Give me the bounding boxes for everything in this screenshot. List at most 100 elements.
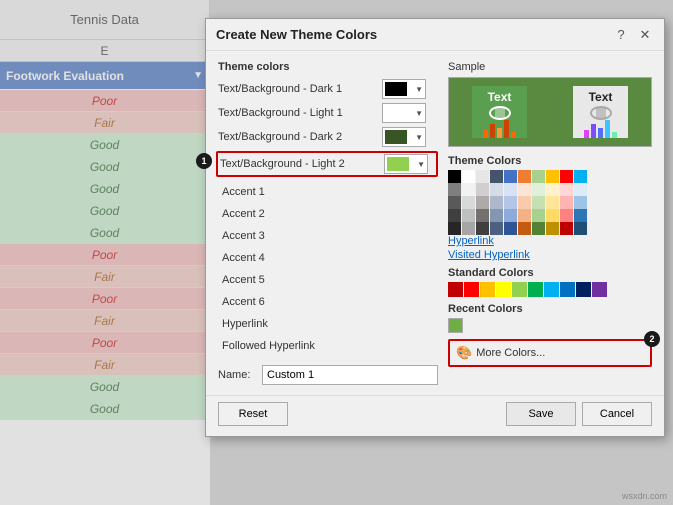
std-color-cell[interactable] [560,282,575,297]
color-cell[interactable] [462,209,475,222]
accent-row-4[interactable]: Accent 5 [218,269,438,291]
dialog-title: Create New Theme Colors [216,27,377,42]
std-color-cell[interactable] [544,282,559,297]
dropdown-arrow-icon-1: ▼ [415,109,423,118]
accent-row-3[interactable]: Accent 4 [218,247,438,269]
color-cell[interactable] [448,196,461,209]
color-cell[interactable] [448,183,461,196]
color-cell[interactable] [574,196,587,209]
color-cell[interactable] [490,209,503,222]
color-cell[interactable] [518,183,531,196]
close-button[interactable]: ✕ [636,26,654,44]
color-cell[interactable] [504,196,517,209]
color-cell[interactable] [518,196,531,209]
color-cell[interactable] [490,170,503,183]
std-color-cell[interactable] [480,282,495,297]
more-colors-icon: 🎨 [456,345,472,361]
color-cell[interactable] [476,209,489,222]
color-cell[interactable] [476,196,489,209]
color-cell[interactable] [476,183,489,196]
color-cell[interactable] [462,183,475,196]
color-swatch-0 [385,82,407,96]
color-cell[interactable] [532,209,545,222]
color-cell[interactable] [560,196,573,209]
visited-hyperlink-sample[interactable]: Visited Hyperlink [448,249,652,261]
color-cell[interactable] [560,170,573,183]
dropdown-arrow-icon-2: ▼ [415,133,423,142]
color-dropdown-2[interactable]: ▼ [382,127,426,147]
name-input[interactable] [262,365,438,385]
color-dropdown-3[interactable]: ▼ [384,154,428,174]
color-dropdown-0[interactable]: ▼ [382,79,426,99]
color-cell[interactable] [574,183,587,196]
color-cell[interactable] [504,209,517,222]
dialog-titlebar: Create New Theme Colors ? ✕ [206,19,664,51]
color-cell[interactable] [546,222,559,235]
accent-row-7[interactable]: Followed Hyperlink [218,335,438,357]
color-cell[interactable] [560,209,573,222]
left-panel: Theme colors Text/Background - Dark 1▼Te… [218,61,438,385]
color-cell[interactable] [546,170,559,183]
color-cell[interactable] [476,222,489,235]
accent-row-2[interactable]: Accent 3 [218,225,438,247]
badge-1: 1 [196,153,212,169]
color-cell[interactable] [504,183,517,196]
color-cell[interactable] [560,183,573,196]
help-button[interactable]: ? [612,26,630,44]
color-cell[interactable] [574,222,587,235]
color-cell[interactable] [462,196,475,209]
theme-row-label-3: Text/Background - Light 2 [220,158,380,170]
std-color-cell[interactable] [464,282,479,297]
color-cell[interactable] [476,170,489,183]
save-button[interactable]: Save [506,402,576,426]
std-color-cell[interactable] [512,282,527,297]
color-cell[interactable] [462,222,475,235]
std-color-cell[interactable] [448,282,463,297]
color-cell[interactable] [448,222,461,235]
color-cell[interactable] [574,209,587,222]
theme-colors-dialog: Create New Theme Colors ? ✕ Theme colors… [205,18,665,437]
theme-color-grid [448,170,652,235]
color-cell[interactable] [560,222,573,235]
color-swatch-1 [385,106,407,120]
color-cell[interactable] [518,209,531,222]
accent-row-6[interactable]: Hyperlink [218,313,438,335]
std-color-cell[interactable] [592,282,607,297]
more-colors-button[interactable]: 🎨 More Colors... 2 [448,339,652,367]
color-cell[interactable] [462,170,475,183]
color-cell[interactable] [532,183,545,196]
recent-color-cell[interactable] [448,318,463,333]
color-cell[interactable] [532,222,545,235]
hyperlink-sample[interactable]: Hyperlink [448,235,652,247]
color-cell[interactable] [490,196,503,209]
color-cell[interactable] [490,222,503,235]
color-cell[interactable] [546,196,559,209]
accent-row-0[interactable]: Accent 1 [218,181,438,203]
color-cell[interactable] [574,170,587,183]
std-color-cell[interactable] [496,282,511,297]
color-cell[interactable] [546,209,559,222]
color-cell[interactable] [504,222,517,235]
std-color-cell[interactable] [528,282,543,297]
sample-text-2: Text [589,90,613,104]
reset-button[interactable]: Reset [218,402,288,426]
accent-section: Accent 1Accent 2Accent 3Accent 4Accent 5… [218,181,438,357]
recent-colors-row [448,318,652,333]
color-cell[interactable] [532,170,545,183]
color-cell[interactable] [532,196,545,209]
sample-label: Sample [448,61,652,73]
color-cell[interactable] [546,183,559,196]
accent-row-1[interactable]: Accent 2 [218,203,438,225]
theme-color-row-3: Text/Background - Light 2▼1 [216,151,438,177]
color-cell[interactable] [448,209,461,222]
std-color-cell[interactable] [576,282,591,297]
color-cell[interactable] [448,170,461,183]
accent-row-5[interactable]: Accent 6 [218,291,438,313]
color-dropdown-1[interactable]: ▼ [382,103,426,123]
color-cell[interactable] [518,222,531,235]
theme-row-label-2: Text/Background - Dark 2 [218,131,378,143]
cancel-button[interactable]: Cancel [582,402,652,426]
color-cell[interactable] [490,183,503,196]
color-cell[interactable] [504,170,517,183]
color-cell[interactable] [518,170,531,183]
